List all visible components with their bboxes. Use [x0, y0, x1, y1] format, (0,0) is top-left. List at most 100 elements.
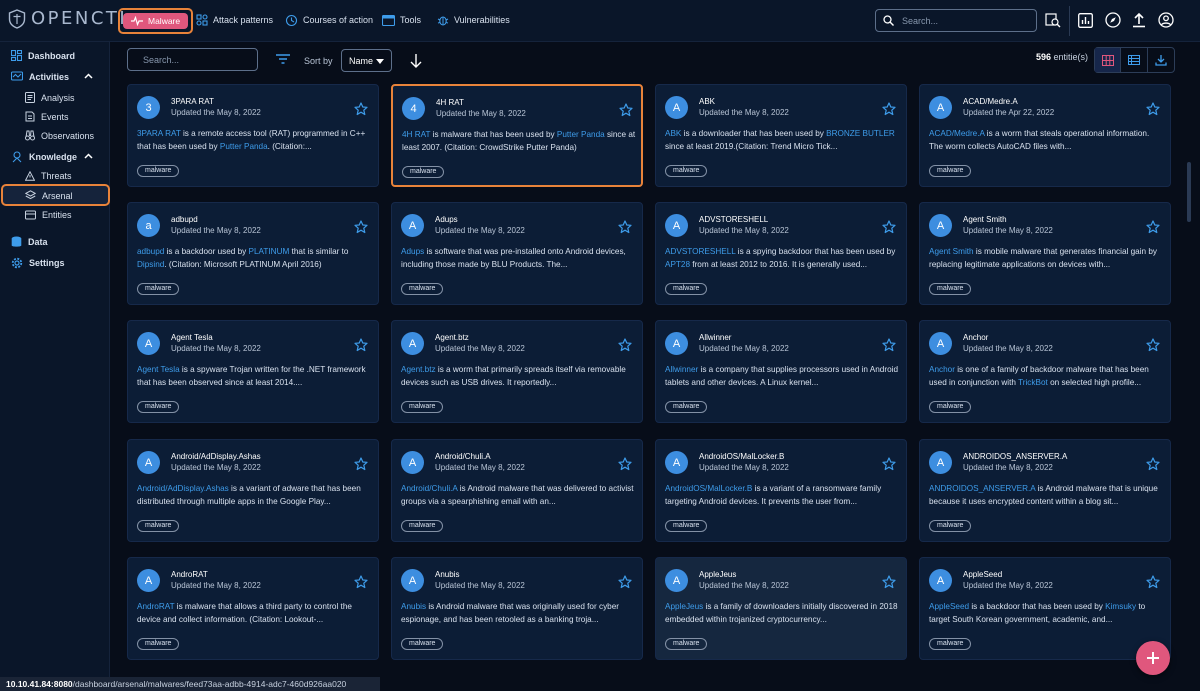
- star-icon[interactable]: [618, 338, 632, 357]
- star-icon[interactable]: [1146, 575, 1160, 594]
- chevron-up-icon[interactable]: [84, 153, 93, 159]
- star-icon[interactable]: [619, 103, 633, 122]
- malware-card[interactable]: a adbupd Updated the May 8, 2022 adbupd is …: [127, 202, 379, 305]
- opencti-logo[interactable]: OPENCTI: [8, 8, 127, 29]
- star-icon[interactable]: [618, 457, 632, 476]
- nav-tools-button[interactable]: Tools: [382, 8, 421, 32]
- sidebar-item-entities[interactable]: Entities: [25, 210, 72, 220]
- star-icon[interactable]: [882, 220, 896, 239]
- cards-view-button[interactable]: [1095, 48, 1122, 72]
- sidebar-item-threats[interactable]: Threats: [25, 171, 72, 181]
- malware-card[interactable]: 3 3PARA RAT Updated the May 8, 2022 3PARA R…: [127, 84, 379, 187]
- list-view-button[interactable]: [1121, 48, 1148, 72]
- card-description-link[interactable]: Anubis: [401, 602, 426, 611]
- star-icon[interactable]: [882, 575, 896, 594]
- malware-card[interactable]: A ADVSTORESHELL Updated the May 8, 2022 ADV…: [655, 202, 907, 305]
- malware-card[interactable]: A AndroidOS/MalLocker.B Updated the May 8,…: [655, 439, 907, 542]
- sidebar-item-observations[interactable]: Observations: [25, 130, 94, 141]
- list-search-input[interactable]: [143, 54, 260, 65]
- star-icon[interactable]: [354, 338, 368, 357]
- sort-descending-arrow-icon[interactable]: [409, 53, 423, 69]
- card-description-link[interactable]: Anchor: [929, 365, 955, 374]
- create-malware-button[interactable]: [1136, 641, 1170, 675]
- card-description-link[interactable]: Allwinner: [665, 365, 698, 374]
- card-description-link[interactable]: AndroRAT: [137, 602, 174, 611]
- chevron-up-icon[interactable]: [84, 73, 93, 79]
- star-icon[interactable]: [1146, 102, 1160, 121]
- sidebar-item-knowledge[interactable]: Knowledge: [11, 151, 77, 163]
- star-icon[interactable]: [1146, 220, 1160, 239]
- star-icon[interactable]: [1146, 338, 1160, 357]
- star-icon[interactable]: [354, 457, 368, 476]
- malware-card[interactable]: A Android/AdDisplay.Ashas Updated the May …: [127, 439, 379, 542]
- malware-card[interactable]: A AndroRAT Updated the May 8, 2022 AndroRAT…: [127, 557, 379, 660]
- card-description-link[interactable]: APT28: [665, 260, 690, 269]
- sidebar-item-arsenal[interactable]: Arsenal: [25, 190, 73, 201]
- sidebar-item-settings[interactable]: Settings: [11, 257, 65, 269]
- card-description-link[interactable]: AppleSeed: [929, 602, 969, 611]
- card-description-link[interactable]: 4H RAT: [402, 130, 430, 139]
- malware-card[interactable]: A Anubis Updated the May 8, 2022 Anubis is …: [391, 557, 643, 660]
- card-description-link[interactable]: ADVSTORESHELL: [665, 247, 736, 256]
- malware-card[interactable]: A ACAD/Medre.A Updated the Apr 22, 2022 ACA…: [919, 84, 1171, 187]
- card-description-link[interactable]: ACAD/Medre.A: [929, 129, 985, 138]
- advanced-search-button[interactable]: [1045, 12, 1061, 33]
- card-description-link[interactable]: Agent.btz: [401, 365, 436, 374]
- malware-card[interactable]: A ABK Updated the May 8, 2022 ABK is a down…: [655, 84, 907, 187]
- sidebar-item-analysis[interactable]: Analysis: [25, 92, 75, 103]
- sort-by-select[interactable]: Name: [341, 49, 392, 72]
- sidebar-item-events[interactable]: Events: [25, 111, 69, 122]
- card-description-link[interactable]: ANDROIDOS_ANSERVER.A: [929, 484, 1035, 493]
- card-description-link[interactable]: Kimsuky: [1105, 602, 1136, 611]
- star-icon[interactable]: [618, 220, 632, 239]
- card-description-link[interactable]: AppleJeus: [665, 602, 703, 611]
- card-description-link[interactable]: TrickBot: [1018, 378, 1048, 387]
- malware-card[interactable]: A Agent Smith Updated the May 8, 2022 Agent…: [919, 202, 1171, 305]
- card-description-link[interactable]: Adups: [401, 247, 424, 256]
- malware-card[interactable]: A Allwinner Updated the May 8, 2022 Allwinn…: [655, 320, 907, 423]
- sidebar-item-activities[interactable]: Activities: [11, 71, 69, 82]
- malware-card[interactable]: A Android/Chuli.A Updated the May 8, 2022 A…: [391, 439, 643, 542]
- dashboard-widgets-button[interactable]: [1078, 13, 1093, 33]
- malware-card[interactable]: A Anchor Updated the May 8, 2022 Anchor is …: [919, 320, 1171, 423]
- card-description-link[interactable]: Android/Chuli.A: [401, 484, 457, 493]
- nav-vulnerabilities-button[interactable]: Vulnerabilities: [437, 8, 510, 32]
- malware-card[interactable]: A Adups Updated the May 8, 2022 Adups is so…: [391, 202, 643, 305]
- filter-icon[interactable]: [276, 54, 290, 64]
- export-button[interactable]: [1148, 48, 1174, 72]
- card-description-link[interactable]: Dipsind: [137, 260, 164, 269]
- sidebar-item-dashboard[interactable]: Dashboard: [11, 50, 75, 61]
- page-scrollbar[interactable]: [1187, 42, 1192, 677]
- nav-attack-patterns-button[interactable]: Attack patterns: [196, 8, 273, 32]
- malware-card[interactable]: A Agent.btz Updated the May 8, 2022 Agent.b…: [391, 320, 643, 423]
- malware-card[interactable]: A Agent Tesla Updated the May 8, 2022 Agent…: [127, 320, 379, 423]
- card-description-link[interactable]: Putter Panda: [220, 142, 268, 151]
- malware-card[interactable]: A AppleSeed Updated the May 8, 2022 AppleSe…: [919, 557, 1171, 660]
- card-description-link[interactable]: Agent Tesla: [137, 365, 180, 374]
- star-icon[interactable]: [618, 575, 632, 594]
- card-description-link[interactable]: ABK: [665, 129, 681, 138]
- nav-courses-of-action-button[interactable]: Courses of action: [285, 8, 373, 32]
- card-description-link[interactable]: AndroidOS/MalLocker.B: [665, 484, 752, 493]
- star-icon[interactable]: [1146, 457, 1160, 476]
- card-description-link[interactable]: Putter Panda: [557, 130, 605, 139]
- star-icon[interactable]: [882, 102, 896, 121]
- malware-card[interactable]: A AppleJeus Updated the May 8, 2022 AppleJe…: [655, 557, 907, 660]
- card-description-link[interactable]: BRONZE BUTLER: [826, 129, 895, 138]
- user-account-button[interactable]: [1158, 12, 1174, 33]
- sidebar-item-data[interactable]: Data: [11, 236, 48, 248]
- explore-button[interactable]: [1105, 12, 1121, 33]
- card-description-link[interactable]: adbupd: [137, 247, 164, 256]
- global-search-input[interactable]: [902, 15, 1022, 26]
- malware-card[interactable]: A ANDROIDOS_ANSERVER.A Updated the May 8, …: [919, 439, 1171, 542]
- global-search-field[interactable]: [875, 9, 1037, 32]
- card-description-link[interactable]: 3PARA RAT: [137, 129, 181, 138]
- star-icon[interactable]: [882, 338, 896, 357]
- star-icon[interactable]: [354, 575, 368, 594]
- scrollbar-thumb[interactable]: [1187, 162, 1191, 222]
- malware-card[interactable]: 4 4H RAT Updated the May 8, 2022 4H RAT is …: [391, 84, 643, 187]
- nav-malware-button[interactable]: Malware: [118, 8, 194, 34]
- star-icon[interactable]: [354, 102, 368, 121]
- card-description-link[interactable]: PLATINUM: [249, 247, 290, 256]
- star-icon[interactable]: [354, 220, 368, 239]
